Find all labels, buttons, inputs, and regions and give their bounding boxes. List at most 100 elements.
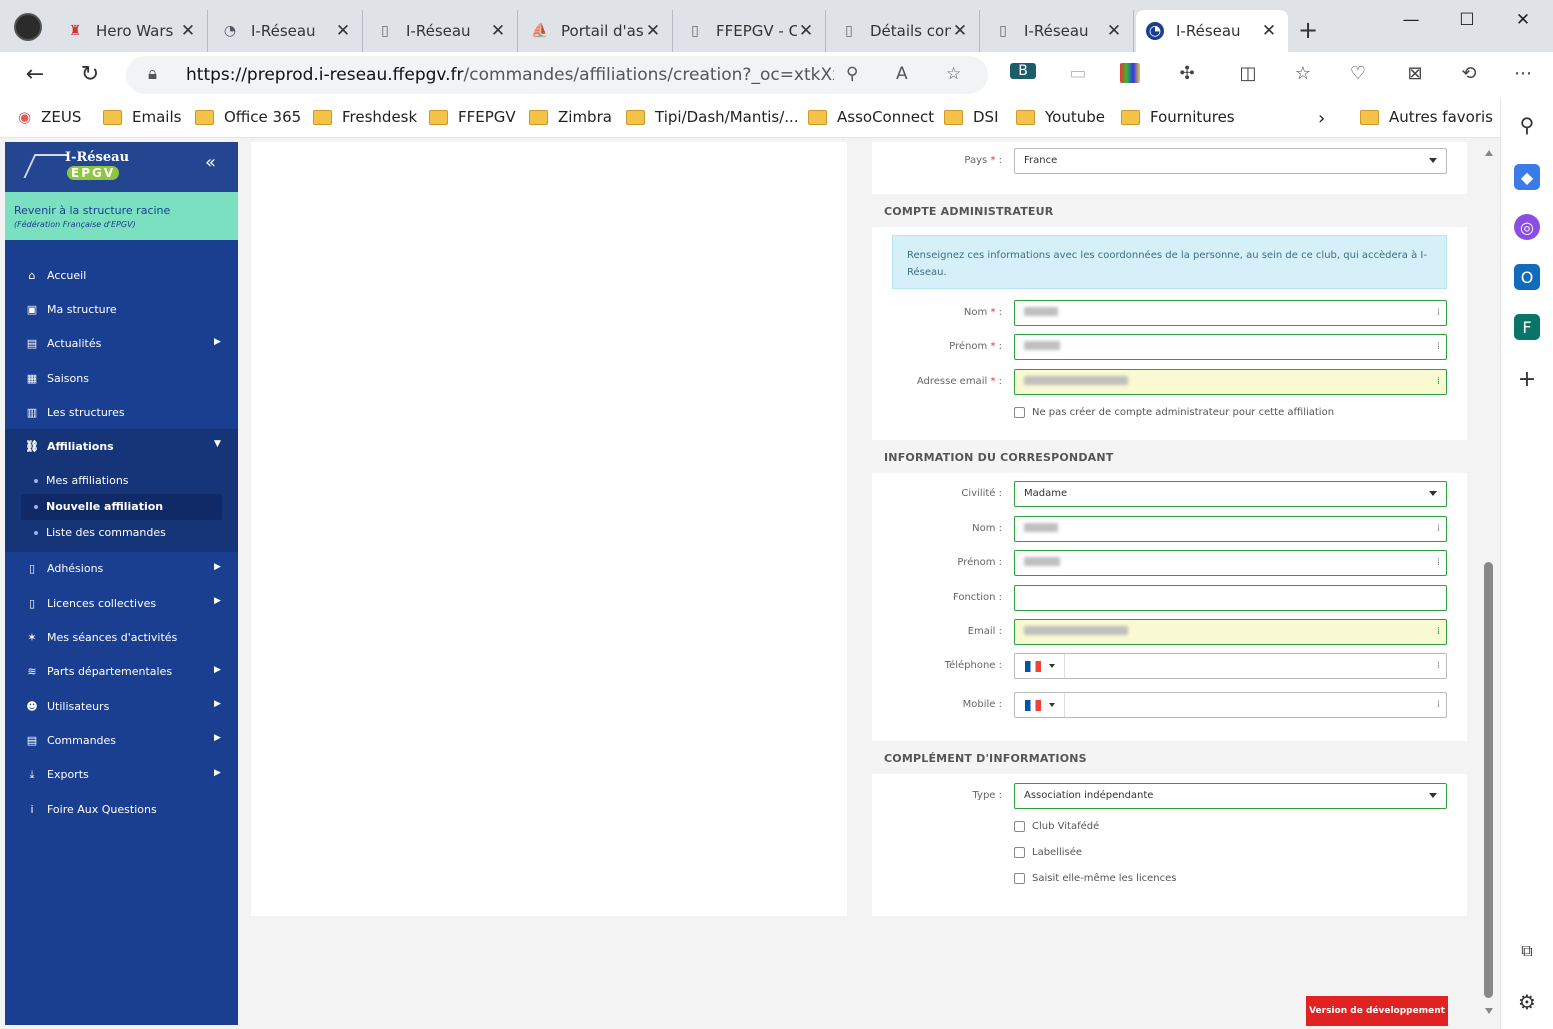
bookmark-folder[interactable]: DSI <box>944 108 999 126</box>
outlook-icon[interactable]: O <box>1514 264 1540 290</box>
bookmark-folder[interactable]: Zimbra <box>529 108 612 126</box>
scrollbar-thumb[interactable] <box>1484 562 1493 998</box>
labellisee-checkbox[interactable] <box>1014 846 1025 858</box>
search-icon[interactable]: ⚲ <box>1514 112 1540 138</box>
close-icon[interactable]: ✕ <box>1260 21 1278 41</box>
profile-avatar[interactable] <box>14 13 42 41</box>
bookmark-folder[interactable]: Office 365 <box>195 108 301 126</box>
subitem-nouvelle-affiliation[interactable]: Nouvelle affiliation <box>21 493 222 520</box>
bookmark-folder[interactable]: AssoConnect <box>808 108 934 126</box>
bookmark-folder[interactable]: Freshdesk <box>313 108 417 126</box>
math-solver-icon[interactable]: ⊠ <box>1402 63 1428 84</box>
civilite-select[interactable]: Madame <box>1014 481 1447 507</box>
sidebar-item-ma-structure[interactable]: ▣ Ma structure <box>5 292 238 326</box>
close-icon[interactable]: ✕ <box>951 21 969 41</box>
corr-nom-input[interactable]: ⁞ <box>1014 516 1447 542</box>
tab-hero-wars[interactable]: ♜ Hero Wars ✕ <box>56 10 208 52</box>
bookmark-other-favorites[interactable]: Autres favoris <box>1360 108 1493 126</box>
password-manager-icon[interactable]: ⁞ <box>1437 523 1440 534</box>
corr-email-input[interactable]: ⁞ <box>1014 619 1447 645</box>
fonction-input[interactable] <box>1014 585 1447 611</box>
close-icon[interactable]: ✕ <box>179 21 197 41</box>
admin-prenom-input[interactable]: ⁞ <box>1014 334 1447 360</box>
read-aloud-icon[interactable]: A <box>896 64 908 84</box>
settings-gear-icon[interactable]: ⚙ <box>1514 989 1540 1015</box>
forms-icon[interactable]: F <box>1514 314 1540 340</box>
password-manager-icon[interactable]: ⁞ <box>1437 307 1440 318</box>
bookmark-zeus[interactable]: ◉ ZEUS <box>18 108 81 126</box>
refresh-button[interactable]: ↻ <box>75 62 105 87</box>
page-scrollbar[interactable] <box>1481 142 1498 1025</box>
chevron-right-icon[interactable]: › <box>1318 108 1325 129</box>
sidebar-item-licences[interactable]: ▯ Licences collectives ▶ <box>5 586 238 620</box>
scroll-down-icon[interactable] <box>1485 1008 1493 1014</box>
sidebar-item-seances[interactable]: ✶ Mes séances d'activités <box>5 620 238 654</box>
sidebar-item-saisons[interactable]: ▦ Saisons <box>5 361 238 395</box>
app-logo[interactable]: I-Réseau EPGV « <box>5 142 238 192</box>
saisit-licences-row[interactable]: Saisit elle-même les licences <box>1014 871 1177 885</box>
admin-email-input[interactable]: ⁞ <box>1014 369 1447 395</box>
close-icon[interactable]: ✕ <box>334 21 352 41</box>
labellisee-row[interactable]: Labellisée <box>1014 845 1082 859</box>
corr-prenom-input[interactable]: ⁞ <box>1014 550 1447 576</box>
new-tab-button[interactable]: + <box>1298 16 1318 44</box>
sidebar-item-parts[interactable]: ≋ Parts départementales ▶ <box>5 655 238 689</box>
tab-ireseau-2[interactable]: ▯ I-Réseau ✕ <box>366 10 518 52</box>
sidebar-item-structures[interactable]: ▥ Les structures <box>5 395 238 429</box>
tab-ffepgv[interactable]: ▯ FFEPGV - C ✕ <box>676 10 826 52</box>
password-manager-icon[interactable]: ⁞ <box>1437 376 1440 387</box>
lock-icon[interactable]: 🔒︎ <box>148 64 157 84</box>
close-icon[interactable]: ✕ <box>797 21 815 41</box>
scroll-up-icon[interactable] <box>1485 150 1493 156</box>
type-select[interactable]: Association indépendante <box>1014 783 1447 809</box>
shopping-tag-icon[interactable]: ◆ <box>1514 164 1540 190</box>
saisit-licences-checkbox[interactable] <box>1014 872 1025 884</box>
split-screen-icon[interactable]: ◫ <box>1235 63 1261 84</box>
zoom-icon[interactable]: ⚲ <box>846 64 858 84</box>
mobile-input[interactable]: ⁞ <box>1014 692 1447 718</box>
bookmark-folder[interactable]: Youtube <box>1016 108 1105 126</box>
url-field[interactable]: 🔒︎ https://preprod.i-reseau.ffepgv.fr/co… <box>126 56 988 94</box>
bookmark-folder[interactable]: Emails <box>103 108 181 126</box>
open-external-icon[interactable]: ⧉ <box>1514 938 1540 964</box>
subitem-liste-commandes[interactable]: Liste des commandes <box>5 520 238 546</box>
root-structure-link[interactable]: Revenir à la structure racine (Fédératio… <box>5 192 238 240</box>
password-manager-icon[interactable]: ⁞ <box>1437 341 1440 352</box>
minimize-button[interactable]: — <box>1396 10 1426 30</box>
extension-b-icon[interactable]: B <box>1010 63 1036 79</box>
tab-portail[interactable]: ⛵ Portail d'as ✕ <box>521 10 673 52</box>
tab-ireseau-3[interactable]: ▯ I-Réseau ✕ <box>984 10 1134 52</box>
copilot-icon[interactable]: ⟲ <box>1456 63 1482 84</box>
bookmark-folder[interactable]: Fournitures <box>1121 108 1235 126</box>
password-manager-icon[interactable]: ⁞ <box>1437 626 1440 637</box>
no-admin-checkbox[interactable] <box>1014 406 1025 418</box>
extension-color-icon[interactable] <box>1120 63 1140 83</box>
club-vitafede-row[interactable]: Club Vitafédé <box>1014 819 1099 833</box>
pays-select[interactable]: France <box>1014 148 1447 174</box>
sidebar-item-affiliations[interactable]: ⛓ Affiliations ▼ <box>5 429 238 464</box>
password-manager-icon[interactable]: ⁞ <box>1437 699 1440 710</box>
password-manager-icon[interactable]: ⁞ <box>1437 660 1440 671</box>
admin-nom-input[interactable]: ⁞ <box>1014 300 1447 326</box>
club-vitafede-checkbox[interactable] <box>1014 820 1025 832</box>
sidebar-item-exports[interactable]: ⤓ Exports ▶ <box>5 758 238 792</box>
tab-ireseau-1[interactable]: ◔ I-Réseau ✕ <box>211 10 363 52</box>
password-manager-icon[interactable]: ⁞ <box>1437 557 1440 568</box>
extension-grey-icon[interactable]: ▭ <box>1065 63 1091 84</box>
country-flag-select[interactable] <box>1015 693 1065 717</box>
close-icon[interactable]: ✕ <box>489 21 507 41</box>
bookmark-folder[interactable]: FFEPGV <box>429 108 516 126</box>
sidebar-item-actualites[interactable]: ▤ Actualités ▶ <box>5 327 238 361</box>
sidebar-item-adhesions[interactable]: ▯ Adhésions ▶ <box>5 552 238 586</box>
bookmark-folder[interactable]: Tipi/Dash/Mantis/... <box>626 108 799 126</box>
close-icon[interactable]: ✕ <box>644 21 662 41</box>
tab-details[interactable]: ▯ Détails con ✕ <box>830 10 980 52</box>
sidebar-item-utilisateurs[interactable]: ☻ Utilisateurs ▶ <box>5 689 238 723</box>
collapse-sidebar-icon[interactable]: « <box>205 152 216 173</box>
close-icon[interactable]: ✕ <box>1105 21 1123 41</box>
subitem-mes-affiliations[interactable]: Mes affiliations <box>5 468 238 494</box>
more-menu-icon[interactable]: ⋯ <box>1510 63 1536 84</box>
tab-ireseau-active[interactable]: ◔ I-Réseau ✕ <box>1136 10 1288 52</box>
add-icon[interactable]: + <box>1514 366 1540 392</box>
maximize-button[interactable]: ☐ <box>1452 10 1482 30</box>
